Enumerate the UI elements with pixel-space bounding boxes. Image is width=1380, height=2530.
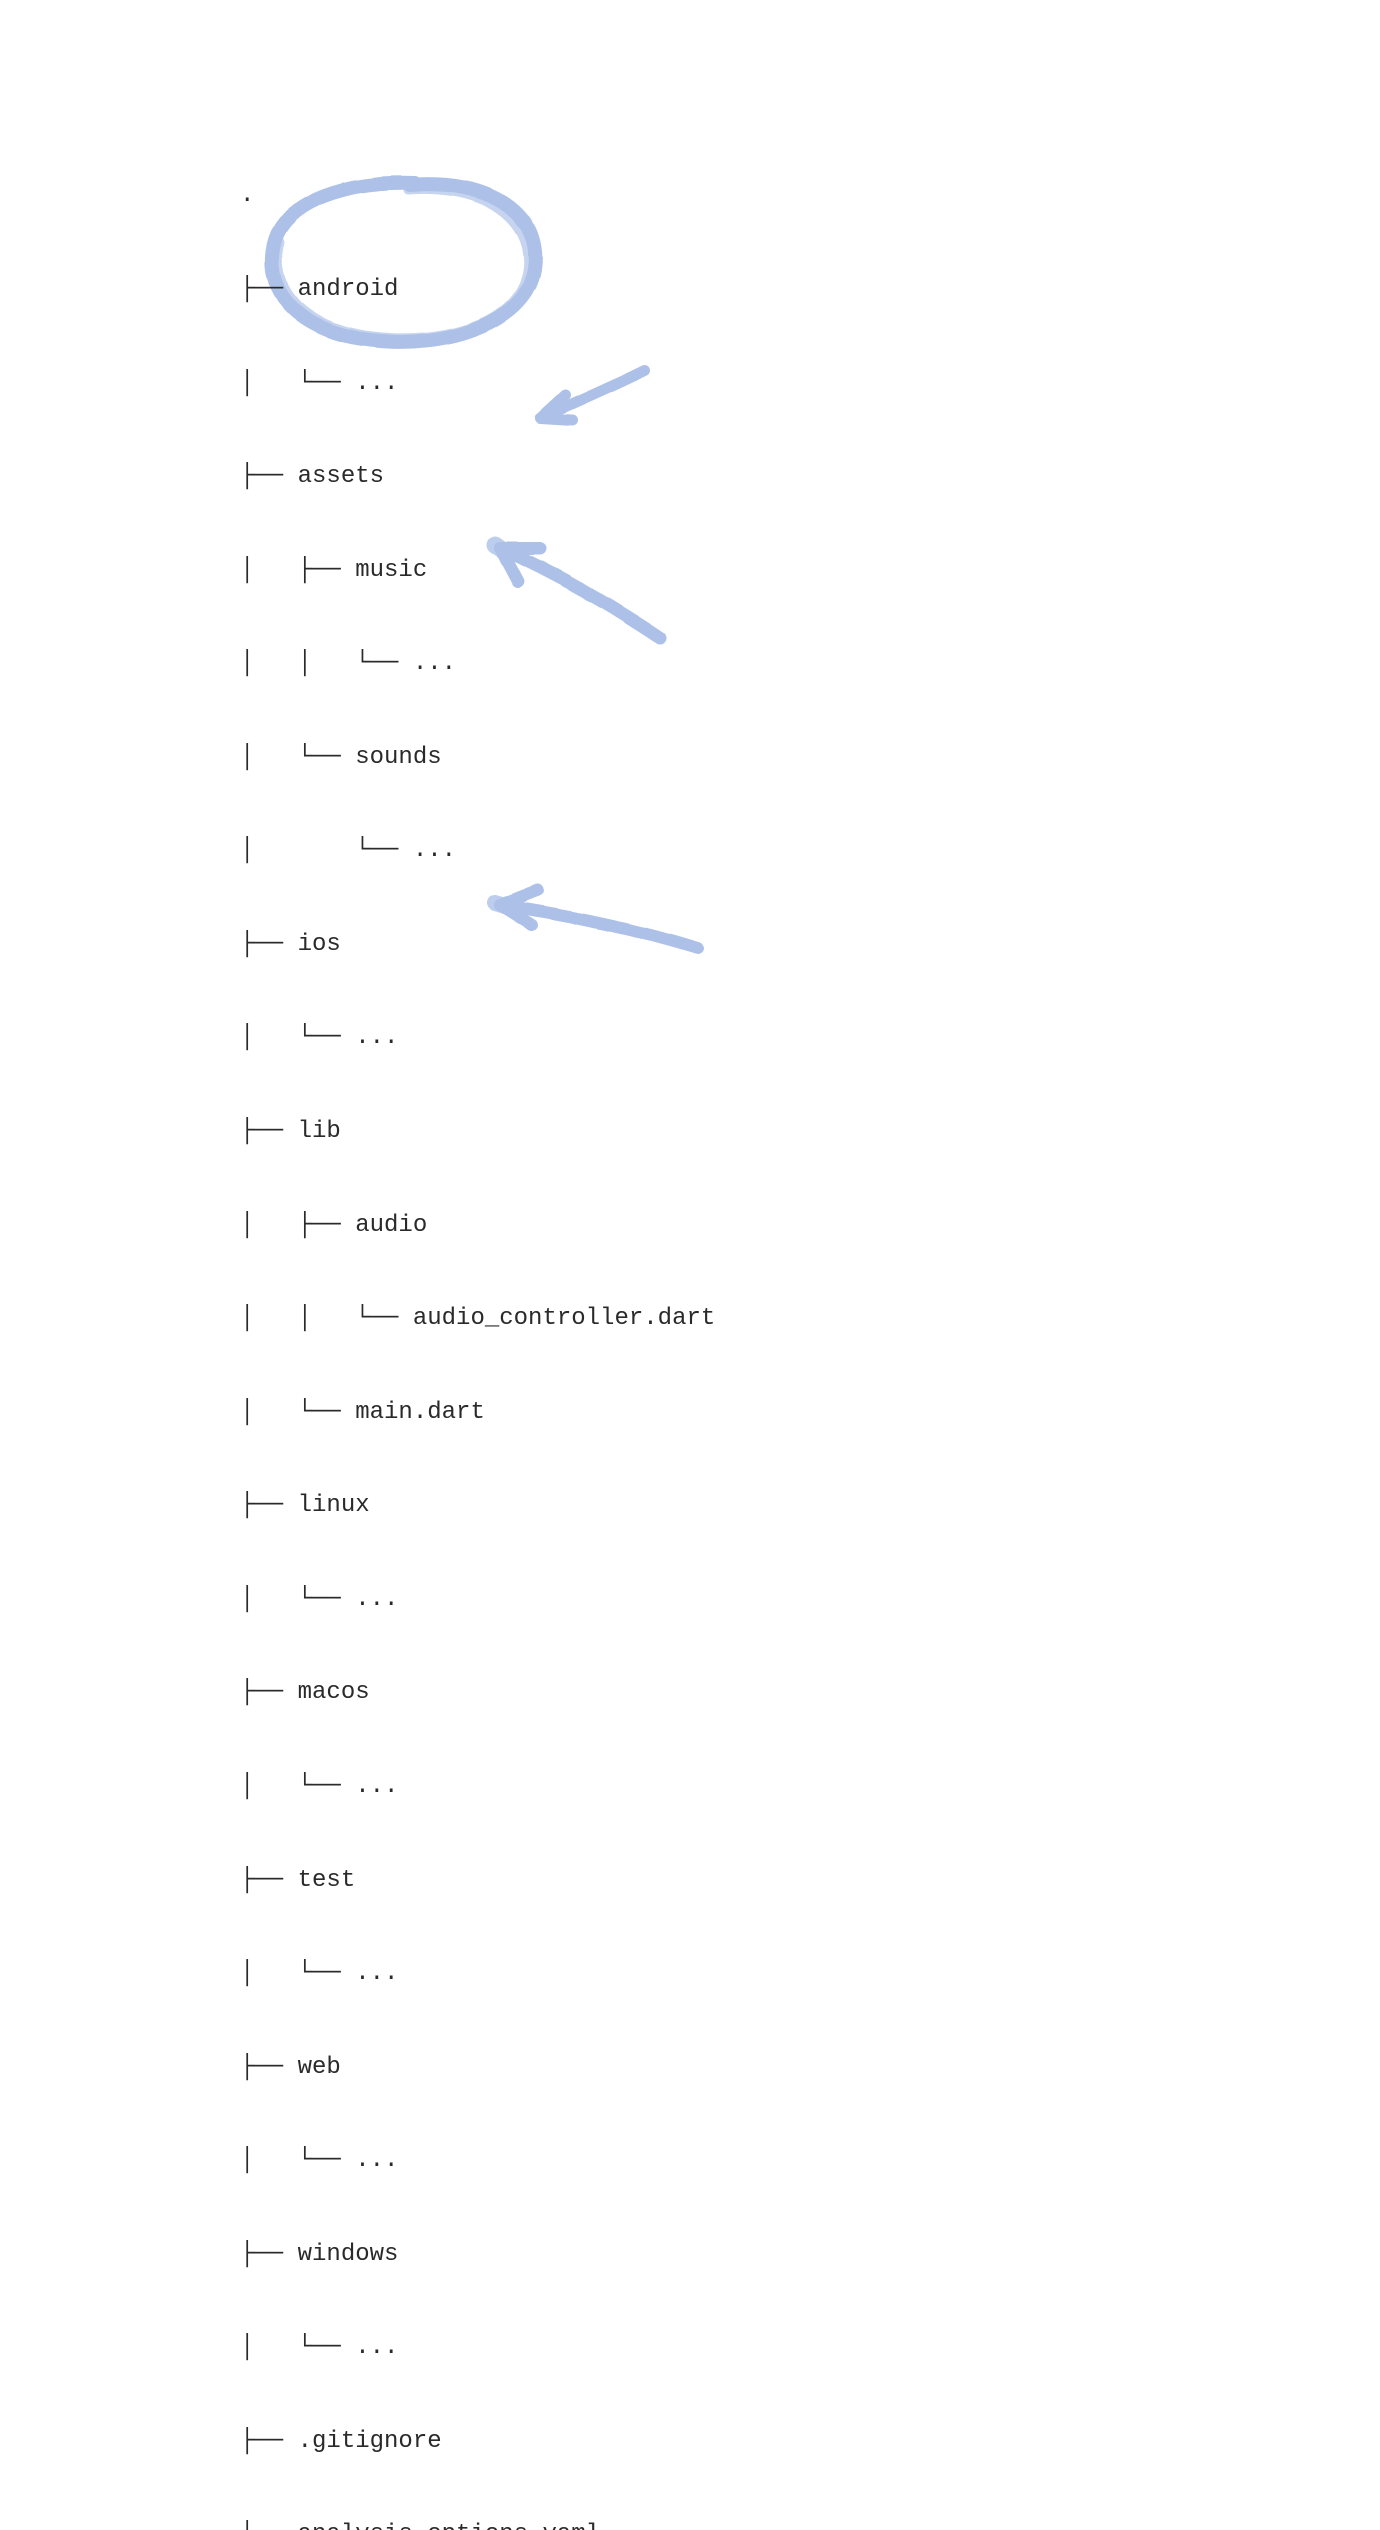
tree-line: │ └── ...	[240, 1584, 715, 1615]
tree-line: │ └── ...	[240, 1022, 715, 1053]
tree-line: │ └── ...	[240, 835, 715, 866]
tree-line: ├── assets	[240, 461, 715, 492]
tree-line: ├── web	[240, 2052, 715, 2083]
tree-line: ├── android	[240, 274, 715, 305]
tree-line: │ └── ...	[240, 2145, 715, 2176]
tree-line: │ └── main.dart	[240, 1397, 715, 1428]
tree-line: │ │ └── audio_controller.dart	[240, 1303, 715, 1334]
tree-line: ├── test	[240, 1865, 715, 1896]
tree-line: ├── macos	[240, 1677, 715, 1708]
tree-line: │ ├── music	[240, 555, 715, 586]
tree-line: ├── lib	[240, 1116, 715, 1147]
tree-line: ├── ios	[240, 929, 715, 960]
tree-line: │ │ └── ...	[240, 648, 715, 679]
tree-line: │ └── ...	[240, 2332, 715, 2363]
tree-line: │ └── ...	[240, 368, 715, 399]
tree-line: │ └── ...	[240, 1771, 715, 1802]
directory-tree: . ├── android │ └── ... ├── assets │ ├──…	[240, 118, 715, 2530]
tree-line: │ └── ...	[240, 1958, 715, 1989]
tree-line: │ ├── audio	[240, 1210, 715, 1241]
tree-line: ├── windows	[240, 2239, 715, 2270]
tree-line: ├── .gitignore	[240, 2426, 715, 2457]
tree-line: .	[240, 180, 715, 211]
tree-line: ├── linux	[240, 1490, 715, 1521]
tree-line: │ └── sounds	[240, 742, 715, 773]
tree-line: ├── analysis_options.yaml	[240, 2519, 715, 2530]
